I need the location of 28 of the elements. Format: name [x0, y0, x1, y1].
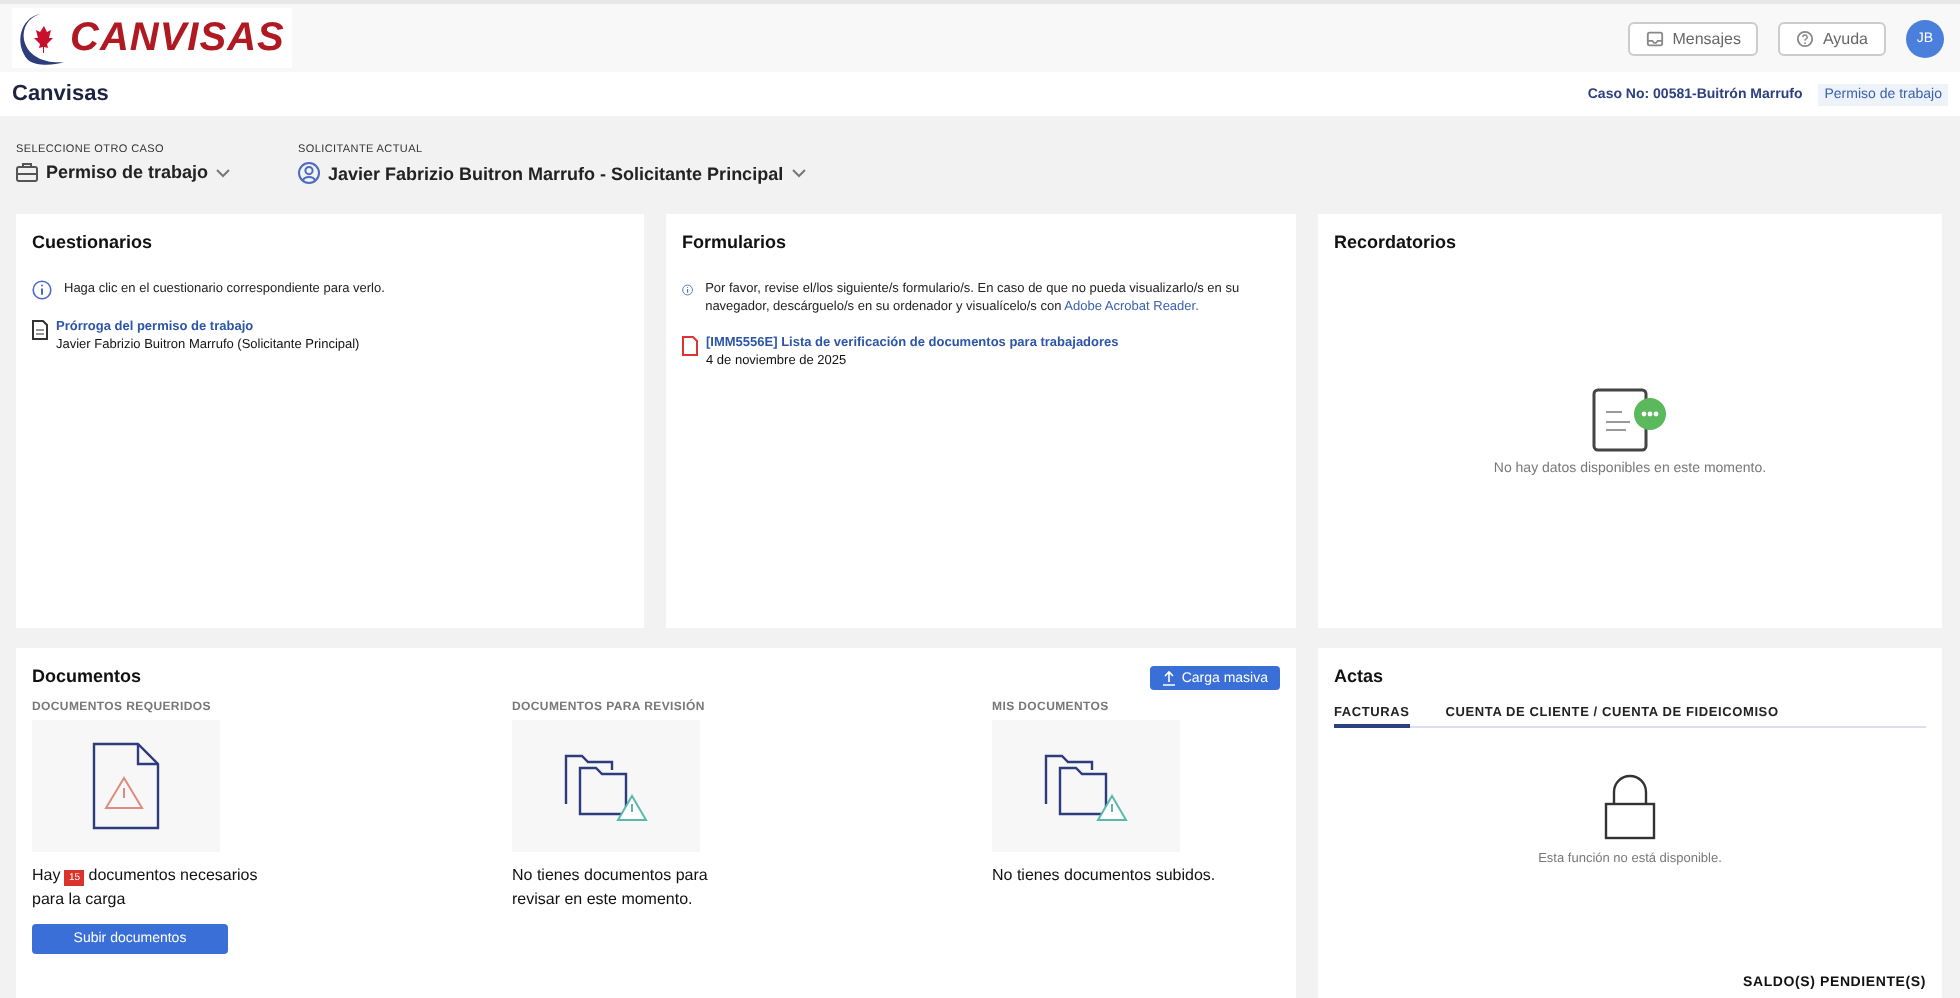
card-title: Formularios: [682, 232, 789, 252]
info-icon: [682, 280, 694, 300]
document-chat-icon: [1590, 386, 1670, 454]
empty-documents-text: No tienes documentos para revisar en este momento.: [512, 864, 710, 912]
chevron-down-icon: [216, 167, 231, 177]
empty-documents-text: No tienes documentos subidos.: [992, 864, 1218, 888]
padlock-icon: [1604, 772, 1656, 840]
header-button[interactable]: Mensajes: [1628, 21, 1759, 55]
header-button[interactable]: Ayuda: [1778, 21, 1886, 55]
user-icon: [298, 162, 321, 184]
help-icon: [1796, 29, 1815, 47]
document-warning-icon: [92, 742, 160, 830]
card-title: Recordatorios: [1334, 232, 1459, 252]
document-icon: [32, 320, 48, 340]
logo[interactable]: CANVISAS: [12, 8, 293, 68]
card-title: Actas: [1334, 666, 1386, 686]
card-title: Cuestionarios: [32, 232, 155, 252]
upload-icon: [1161, 670, 1176, 686]
chevron-down-icon: [791, 168, 806, 178]
info-icon: [32, 280, 52, 300]
briefcase-icon: [16, 162, 38, 182]
selector-dropdown[interactable]: Permiso de trabajo: [16, 162, 231, 182]
logo-text: CANVISAS: [70, 15, 285, 61]
selector-dropdown[interactable]: Javier Fabrizio Buitron Marrufo - Solicitante Principal: [298, 162, 806, 184]
inbox-icon: [1646, 29, 1665, 47]
pdf-file-icon: [682, 336, 698, 357]
page-title: Canvisas: [12, 82, 109, 106]
card-title: Documentos: [32, 666, 142, 686]
